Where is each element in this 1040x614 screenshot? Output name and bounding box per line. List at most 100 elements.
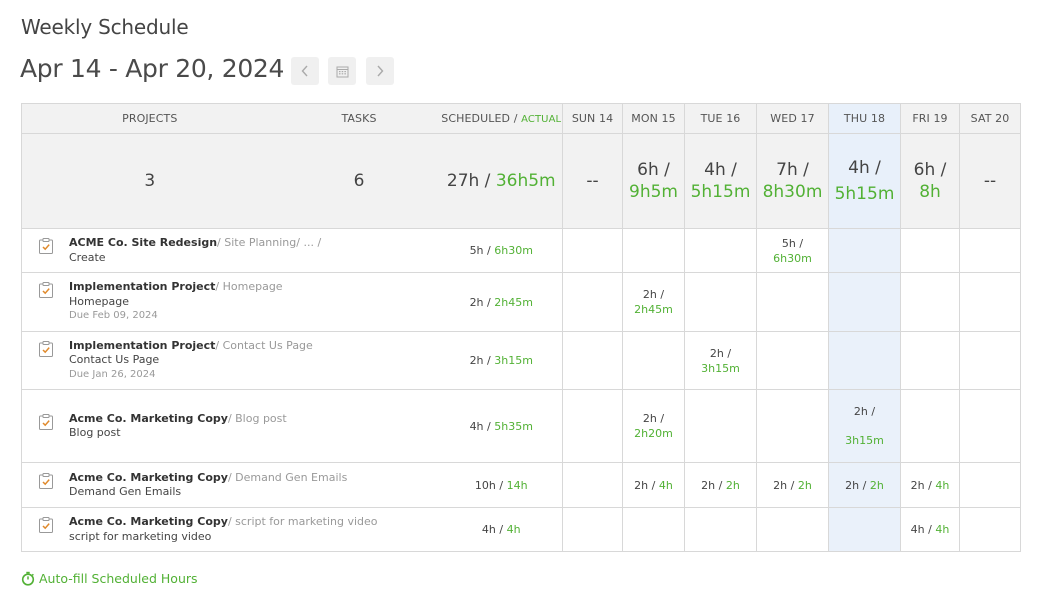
task-row[interactable]: Implementation Project/ Contact Us Page C… [21, 331, 1021, 390]
day-cell-sat[interactable] [959, 462, 1021, 508]
task-row[interactable]: Acme Co. Marketing Copy/ Demand Gen Emai… [21, 462, 1021, 508]
day-cell-sat[interactable] [959, 389, 1021, 463]
task-project[interactable]: Acme Co. Marketing Copy [69, 471, 228, 484]
task-path: / Homepage [215, 280, 283, 294]
autofill-button[interactable]: Auto-fill Scheduled Hours [21, 571, 198, 586]
day-cell-fri[interactable] [900, 228, 960, 273]
total-day-wed: 7h /8h30m [756, 133, 829, 229]
header-day-sat: SAT 20 [959, 103, 1021, 134]
day-cell-sat[interactable] [959, 507, 1021, 552]
day-cell-thu[interactable]: 2h /3h15m [828, 389, 901, 463]
day-cell-wed[interactable] [756, 389, 829, 463]
day-cell-fri[interactable] [900, 272, 960, 332]
day-cell-fri[interactable] [900, 331, 960, 390]
day-cell-mon[interactable] [622, 228, 685, 273]
task-row[interactable]: Implementation Project/ Homepage Homepage… [21, 272, 1021, 332]
task-name[interactable]: script for marketing video [69, 530, 378, 545]
task-clipboard-icon [39, 282, 53, 299]
stopwatch-icon [21, 571, 35, 586]
day-cell-sat[interactable] [959, 331, 1021, 390]
task-project[interactable]: Implementation Project [69, 339, 215, 352]
task-name[interactable]: Demand Gen Emails [69, 485, 347, 500]
day-cell-sun[interactable] [562, 389, 623, 463]
task-project[interactable]: Implementation Project [69, 280, 215, 293]
task-project[interactable]: ACME Co. Site Redesign [69, 236, 217, 249]
day-cell-wed[interactable] [756, 331, 829, 390]
task-cell[interactable]: Acme Co. Marketing Copy/ Blog post Blog p… [21, 389, 441, 463]
header-projects: PROJECTS [21, 103, 278, 134]
day-cell-mon[interactable] [622, 507, 685, 552]
task-due-date: Due Jan 26, 2024 [69, 368, 156, 380]
day-cell-mon[interactable]: 2h /2h45m [622, 272, 685, 332]
total-day-fri: 6h /8h [900, 133, 960, 229]
day-cell-thu[interactable]: 2h / 2h [828, 462, 901, 508]
task-text: Acme Co. Marketing Copy/ Blog post Blog p… [69, 412, 287, 441]
prev-week-button[interactable] [291, 57, 319, 85]
task-path: / Demand Gen Emails [227, 470, 348, 484]
task-cell[interactable]: Implementation Project/ Homepage Homepage… [21, 272, 441, 332]
task-scheduled-total: 2h / 2h45m [440, 272, 563, 332]
task-row[interactable]: Acme Co. Marketing Copy/ script for mark… [21, 507, 1021, 552]
calendar-button[interactable] [328, 57, 356, 85]
task-clipboard-icon [39, 517, 53, 533]
day-cell-tue[interactable]: 2h /3h15m [684, 331, 757, 390]
day-cell-tue[interactable] [684, 507, 757, 552]
day-cell-thu[interactable] [828, 272, 901, 332]
day-cell-mon[interactable]: 2h /2h20m [622, 389, 685, 463]
task-due-date: Due Feb 09, 2024 [69, 310, 158, 322]
total-day-sun: -- [562, 133, 623, 229]
task-scheduled-total: 10h / 14h [440, 462, 563, 508]
total-day-mon: 6h /9h5m [622, 133, 685, 229]
day-cell-wed[interactable]: 5h /6h30m [756, 228, 829, 273]
day-cell-fri[interactable] [900, 389, 960, 463]
task-cell[interactable]: Acme Co. Marketing Copy/ Demand Gen Emai… [21, 462, 441, 508]
totals-row: 3 6 27h / 36h5m -- 6h /9h5m 4h /5h15m 7h… [21, 133, 1021, 229]
task-project[interactable]: Acme Co. Marketing Copy [69, 515, 228, 528]
task-row[interactable]: ACME Co. Site Redesign/ Site Planning/ .… [21, 228, 1021, 273]
day-cell-tue[interactable]: 2h / 2h [684, 462, 757, 508]
task-cell[interactable]: Implementation Project/ Contact Us Page C… [21, 331, 441, 390]
day-cell-sun[interactable] [562, 228, 623, 273]
task-cell[interactable]: Acme Co. Marketing Copy/ script for mark… [21, 507, 441, 552]
task-name[interactable]: Contact Us Page [69, 353, 313, 368]
task-name[interactable]: Blog post [69, 426, 287, 441]
chevron-left-icon [301, 65, 308, 77]
schedule-table: PROJECTS TASKS SCHEDULED / ACTUAL SUN 14… [21, 103, 1021, 552]
day-cell-tue[interactable] [684, 272, 757, 332]
task-clipboard-icon [39, 340, 53, 357]
day-cell-thu[interactable] [828, 507, 901, 552]
day-cell-thu[interactable] [828, 228, 901, 273]
day-cell-wed[interactable] [756, 272, 829, 332]
date-range: Apr 14 - Apr 20, 2024 [20, 54, 285, 83]
day-cell-thu[interactable] [828, 331, 901, 390]
day-cell-mon[interactable] [622, 331, 685, 390]
day-cell-tue[interactable] [684, 389, 757, 463]
task-path: / script for marketing video [227, 515, 378, 528]
task-path: / Blog post [227, 411, 287, 425]
header-day-sun: SUN 14 [562, 103, 623, 134]
day-cell-sat[interactable] [959, 228, 1021, 273]
task-row[interactable]: Acme Co. Marketing Copy/ Blog post Blog p… [21, 389, 1021, 463]
day-cell-sun[interactable] [562, 272, 623, 332]
total-day-sat: -- [959, 133, 1021, 229]
day-cell-wed[interactable] [756, 507, 829, 552]
next-week-button[interactable] [366, 57, 394, 85]
day-cell-sun[interactable] [562, 331, 623, 390]
day-cell-sun[interactable] [562, 462, 623, 508]
header-row: PROJECTS TASKS SCHEDULED / ACTUAL SUN 14… [21, 103, 1021, 134]
day-cell-sat[interactable] [959, 272, 1021, 332]
day-cell-wed[interactable]: 2h / 2h [756, 462, 829, 508]
task-name[interactable]: Create [69, 251, 321, 266]
day-cell-sun[interactable] [562, 507, 623, 552]
day-cell-tue[interactable] [684, 228, 757, 273]
day-cell-fri[interactable]: 2h / 4h [900, 462, 960, 508]
total-day-thu: 4h /5h15m [828, 133, 901, 229]
day-cell-mon[interactable]: 2h / 4h [622, 462, 685, 508]
day-cell-fri[interactable]: 4h / 4h [900, 507, 960, 552]
task-project[interactable]: Acme Co. Marketing Copy [69, 412, 228, 425]
task-cell[interactable]: ACME Co. Site Redesign/ Site Planning/ .… [21, 228, 441, 273]
task-info: Acme Co. Marketing Copy/ Demand Gen Emai… [36, 471, 441, 500]
autofill-label: Auto-fill Scheduled Hours [39, 571, 198, 586]
task-name[interactable]: Homepage [69, 295, 283, 310]
chevron-right-icon [377, 65, 384, 77]
